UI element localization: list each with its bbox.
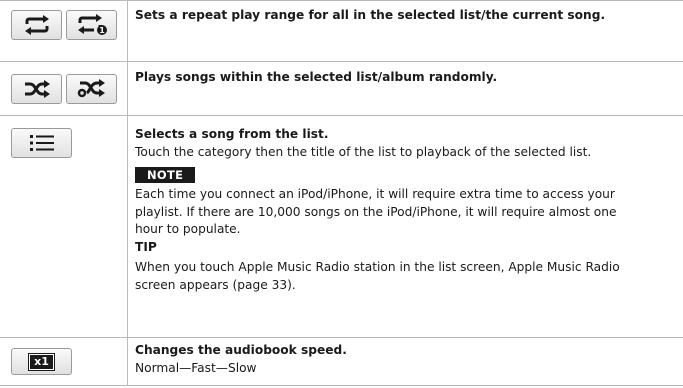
list-body: Touch the category then the title of the… (135, 144, 592, 159)
repeat-description: Sets a repeat play range for all in the … (127, 1, 683, 61)
repeat-one-icon: 1 (77, 14, 107, 35)
speed-button[interactable]: x1 (11, 348, 72, 375)
shuffle-icons-cell (0, 62, 127, 115)
speed-row: x1 Changes the audiobook speed. Normal—F… (0, 337, 683, 386)
repeat-row: 1 Sets a repeat play range for all in th… (0, 0, 683, 61)
repeat-title: Sets a repeat play range for all in the … (135, 8, 606, 22)
repeat-all-button[interactable] (11, 10, 62, 40)
speed-body: Normal—Fast—Slow (135, 360, 257, 375)
repeat-icons-cell: 1 (0, 1, 127, 61)
list-title: Selects a song from the list. (135, 127, 329, 141)
tip-text: When you touch Apple Music Radio station… (135, 260, 620, 292)
shuffle-songs-button[interactable] (11, 74, 62, 104)
speed-description: Changes the audiobook speed. Normal—Fast… (127, 338, 683, 385)
shuffle-description: Plays songs within the selected list/alb… (127, 62, 683, 115)
shuffle-songs-icon (24, 80, 50, 98)
speed-x1-icon: x1 (28, 352, 55, 371)
list-description: Selects a song from the list. Touch the … (127, 116, 683, 337)
shuffle-row: Plays songs within the selected list/alb… (0, 61, 683, 115)
speed-title: Changes the audiobook speed. (135, 343, 347, 357)
list-button[interactable] (11, 128, 72, 158)
note-text: Each time you connect an iPod/iPhone, it… (135, 187, 617, 236)
shuffle-title: Plays songs within the selected list/alb… (135, 70, 498, 84)
svg-text:1: 1 (99, 26, 105, 35)
shuffle-albums-icon (77, 79, 105, 98)
list-icons-cell (0, 116, 127, 337)
shuffle-albums-button[interactable] (66, 74, 117, 104)
list-icon (29, 135, 54, 151)
tip-label: TIP (135, 239, 157, 254)
note-label: NOTE (135, 167, 196, 183)
repeat-one-button[interactable]: 1 (66, 10, 117, 40)
speed-icons-cell: x1 (0, 338, 127, 385)
list-row: Selects a song from the list. Touch the … (0, 115, 683, 337)
repeat-all-icon (24, 15, 49, 35)
